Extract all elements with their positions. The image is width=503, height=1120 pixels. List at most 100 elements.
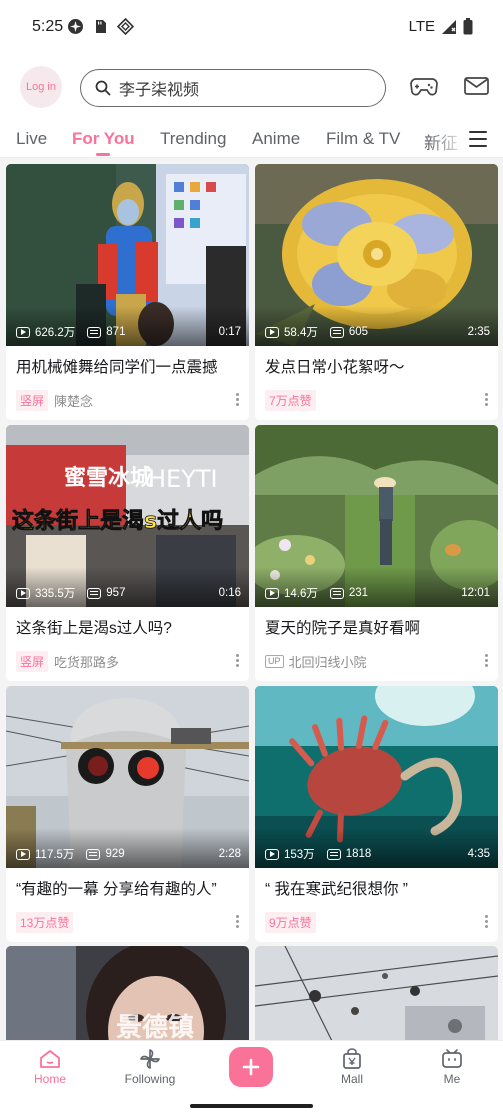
more-options-icon[interactable]: [485, 393, 488, 407]
video-title[interactable]: “有趣的一幕 分享给有趣的人”: [6, 868, 249, 902]
view-count: 14.6万: [284, 588, 318, 600]
danmaku-icon: [329, 587, 344, 599]
video-title[interactable]: “ 我在寒武纪很想你 ”: [255, 868, 498, 902]
sd-card-icon: [96, 20, 106, 33]
play-count-icon: [16, 326, 30, 338]
thumbnail-image: [255, 946, 498, 1040]
login-label: Log in: [26, 81, 56, 93]
video-card[interactable]: 58.4万 605 2:35 发点日常小花絮呀～ 7万点赞: [255, 164, 498, 420]
tab-for-you[interactable]: For You: [72, 129, 135, 149]
shopping-bag-icon: [343, 1048, 361, 1069]
danmaku-count: 1818: [345, 848, 372, 860]
video-tag: 13万点赞: [16, 911, 74, 933]
video-duration: 0:17: [218, 326, 241, 338]
search-input[interactable]: 李子柒视频: [80, 69, 386, 107]
more-options-icon[interactable]: [236, 915, 239, 929]
category-tabs: Live For You Trending Anime Film & TV 新征: [0, 122, 503, 158]
video-tag: 9万点赞: [265, 911, 316, 933]
tab-indicator: [96, 153, 110, 156]
danmaku-icon: [87, 587, 102, 599]
login-button[interactable]: Log in: [20, 66, 62, 108]
video-card[interactable]: [255, 946, 498, 1040]
status-right: LTE: [409, 18, 473, 35]
video-meta: 竖屏 吃货那路多: [6, 641, 249, 681]
video-duration: 2:28: [218, 848, 241, 860]
danmaku-count: 231: [348, 587, 369, 599]
video-stats: 335.5万 957 0:16: [16, 585, 241, 601]
video-author[interactable]: 北回归线小院: [289, 652, 367, 671]
video-stats: 58.4万 605 2:35: [265, 324, 490, 340]
tab-live[interactable]: Live: [16, 129, 47, 149]
diamond-notification-icon: [117, 18, 134, 35]
home-gesture-handle[interactable]: [190, 1104, 313, 1108]
view-count: 58.4万: [284, 327, 318, 339]
video-card[interactable]: 153万 1818 4:35 “ 我在寒武纪很想你 ” 9万点赞: [255, 686, 498, 942]
nav-mall[interactable]: Mall: [312, 1046, 392, 1086]
danmaku-icon: [86, 848, 101, 860]
pinwheel-notification-icon: [68, 19, 83, 34]
video-thumbnail[interactable]: 117.5万 929 2:28: [6, 686, 249, 868]
tv-icon: [442, 1049, 462, 1068]
more-options-icon[interactable]: [485, 915, 488, 929]
nav-following-label: Following: [124, 1072, 176, 1086]
tab-anime[interactable]: Anime: [252, 129, 300, 149]
video-stats: 117.5万 929 2:28: [16, 846, 241, 862]
video-title[interactable]: 发点日常小花絮呀～: [255, 346, 498, 380]
danmaku-icon: [326, 848, 341, 860]
view-count: 626.2万: [35, 327, 76, 339]
video-duration: 0:16: [218, 587, 241, 599]
top-header: Log in 李子柒视频: [0, 56, 503, 122]
video-duration: 12:01: [461, 587, 490, 599]
video-author[interactable]: 吃货那路多: [54, 652, 119, 671]
signal-icon: [442, 19, 456, 34]
tab-menu-icon[interactable]: [469, 131, 487, 147]
danmaku-icon: [87, 326, 102, 338]
video-card[interactable]: 14.6万 231 12:01 夏天的院子是真好看啊 UP 北回归线小院: [255, 425, 498, 681]
danmaku-count: 929: [105, 848, 125, 860]
video-thumbnail[interactable]: 153万 1818 4:35: [255, 686, 498, 868]
tab-film-tv[interactable]: Film & TV: [326, 129, 400, 149]
shop-sign-text: 蜜雪冰城: [64, 465, 152, 491]
status-bar: 5:25 LTE: [0, 0, 503, 56]
video-title[interactable]: 夏天的院子是真好看啊: [255, 607, 498, 641]
nav-following[interactable]: Following: [110, 1046, 190, 1086]
more-options-icon[interactable]: [236, 654, 239, 668]
more-options-icon[interactable]: [485, 654, 488, 668]
video-feed: 626.2万 871 0:17 用机械傩舞给同学们一点震撼 竖屏 陳楚念 58.…: [0, 164, 503, 1040]
search-text: 李子柒视频: [119, 82, 200, 99]
video-tag: 竖屏: [16, 650, 49, 672]
battery-icon: [463, 18, 473, 35]
video-thumbnail[interactable]: 14.6万 231 12:01: [255, 425, 498, 607]
more-options-icon[interactable]: [236, 393, 239, 407]
nav-home-label: Home: [33, 1072, 66, 1086]
video-thumbnail[interactable]: [255, 946, 498, 1040]
video-thumbnail[interactable]: 58.4万 605 2:35: [255, 164, 498, 346]
search-icon: [95, 80, 111, 96]
video-tag: 竖屏: [16, 389, 49, 411]
video-card[interactable]: 蜜雪冰城 HEYTI 这条街上是渴s过人吗 335.5万 957 0:16 这条…: [6, 425, 249, 681]
video-author[interactable]: 陳楚念: [54, 391, 93, 410]
video-card[interactable]: 626.2万 871 0:17 用机械傩舞给同学们一点震撼 竖屏 陳楚念: [6, 164, 249, 420]
mail-icon[interactable]: [464, 76, 489, 96]
danmaku-icon: [329, 326, 344, 338]
video-thumbnail[interactable]: 蜜雪冰城 HEYTI 这条街上是渴s过人吗 335.5万 957 0:16: [6, 425, 249, 607]
nav-me[interactable]: Me: [412, 1046, 492, 1086]
game-controller-icon[interactable]: [410, 76, 438, 98]
video-thumbnail[interactable]: 626.2万 871 0:17: [6, 164, 249, 346]
video-meta: UP 北回归线小院: [255, 641, 498, 681]
nav-home[interactable]: Home: [10, 1046, 90, 1086]
home-icon: [40, 1050, 60, 1068]
video-card[interactable]: 景德镇: [6, 946, 249, 1040]
video-title[interactable]: 这条街上是渴s过人吗?: [6, 607, 249, 641]
publish-button[interactable]: [229, 1047, 273, 1087]
status-notification-icons: [67, 18, 134, 35]
play-count-icon: [265, 326, 279, 338]
tab-trending[interactable]: Trending: [160, 129, 226, 149]
video-thumbnail[interactable]: 景德镇: [6, 946, 249, 1040]
view-count: 153万: [284, 849, 315, 861]
video-stats: 626.2万 871 0:17: [16, 324, 241, 340]
video-card[interactable]: 117.5万 929 2:28 “有趣的一幕 分享给有趣的人” 13万点赞: [6, 686, 249, 942]
play-count-icon: [16, 848, 30, 860]
video-title[interactable]: 用机械傩舞给同学们一点震撼: [6, 346, 249, 380]
tab-fade: [427, 122, 467, 157]
